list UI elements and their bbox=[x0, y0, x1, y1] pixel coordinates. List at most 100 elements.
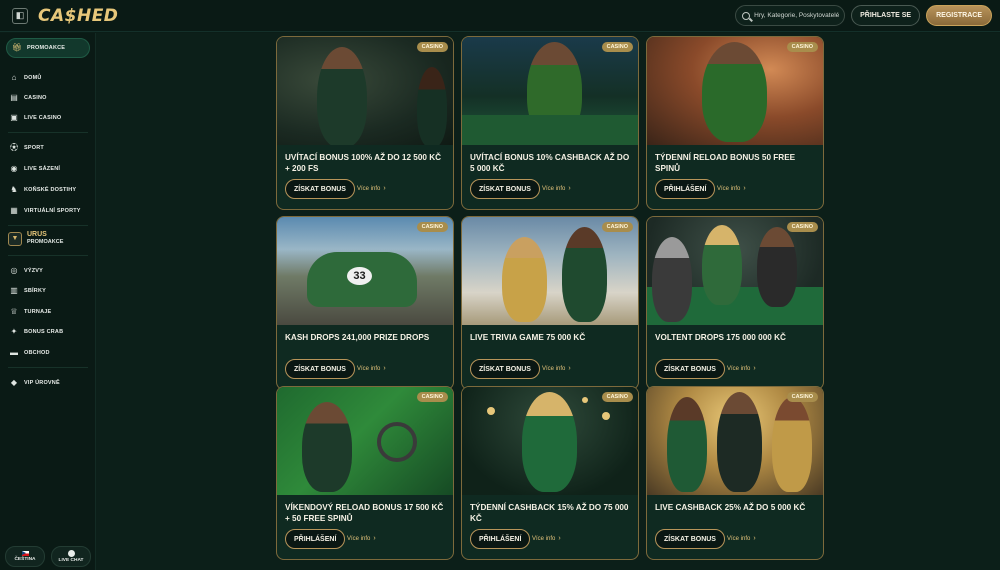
ball-icon: ⚽︎ bbox=[10, 143, 18, 152]
category-badge: CASINO bbox=[786, 42, 818, 52]
sidebar-item-label: KOŇSKÉ DOSTIHY bbox=[24, 187, 77, 193]
claim-bonus-button[interactable]: ZÍSKAT BONUS bbox=[655, 529, 725, 549]
sidebar-item-label: DOMŮ bbox=[24, 75, 42, 81]
login-button[interactable]: PŘIHLASTE SE bbox=[851, 5, 921, 26]
more-info-link[interactable]: Více info › bbox=[717, 185, 746, 192]
sidebar-item-home[interactable]: ⌂ DOMŮ bbox=[10, 71, 42, 85]
search-icon bbox=[742, 11, 751, 20]
more-info-link[interactable]: Více info › bbox=[357, 185, 386, 192]
promo-card[interactable]: CASINO LIVE TRIVIA GAME 75 000 KČ ZÍSKAT… bbox=[461, 216, 639, 390]
search-box[interactable] bbox=[735, 5, 846, 26]
claim-bonus-button[interactable]: ZÍSKAT BONUS bbox=[285, 359, 355, 379]
more-info-link[interactable]: Více info › bbox=[347, 535, 376, 542]
sidebar-item-label: LIVE CASINO bbox=[24, 115, 62, 121]
sidebar-item-label: CASINO bbox=[24, 95, 47, 101]
sidebar-item-challenges[interactable]: ◎ VÝZVY bbox=[10, 264, 43, 278]
sidebar-item-live-bet[interactable]: ◉ LIVE SÁZENÍ bbox=[10, 162, 60, 176]
language-button[interactable]: ČEŠTINA bbox=[5, 546, 45, 567]
sidebar-item-collections[interactable]: ▥ SBÍRKY bbox=[10, 284, 46, 298]
chevron-right-icon: › bbox=[753, 535, 756, 542]
diamond-icon: ◆ bbox=[10, 378, 18, 387]
horse-icon: ♞ bbox=[10, 185, 18, 194]
category-badge: CASINO bbox=[601, 222, 633, 232]
more-info-link[interactable]: Více info › bbox=[542, 365, 571, 372]
search-input[interactable] bbox=[754, 12, 845, 19]
sidebar-item-bonus-crab[interactable]: ✦ BONUS CRAB bbox=[10, 325, 63, 339]
urus-logo-icon: ▼ bbox=[8, 231, 22, 246]
sidebar-item-urus[interactable]: ▼ URUS PROMOAKCE bbox=[8, 231, 63, 246]
chevron-right-icon: › bbox=[743, 185, 746, 192]
promo-card[interactable]: CASINO UVÍTACÍ BONUS 10% CASHBACK AŽ DO … bbox=[461, 36, 639, 210]
sidebar-divider bbox=[8, 132, 88, 133]
sidebar-item-label: PROMOAKCE bbox=[27, 45, 66, 51]
promotions-grid: CASINO UVÍTACÍ BONUS 100% AŽ DO 12 500 K… bbox=[96, 33, 1000, 570]
more-info-link[interactable]: Více info › bbox=[532, 535, 561, 542]
cards-icon: ▤ bbox=[10, 93, 18, 102]
more-info-label: Více info bbox=[727, 535, 751, 542]
sidebar-item-label: SPORT bbox=[24, 145, 44, 151]
promo-card[interactable]: CASINO VÍKENDOVÝ RELOAD BONUS 17 500 KČ … bbox=[276, 386, 454, 560]
promo-image bbox=[277, 387, 453, 495]
promo-title: TÝDENNÍ RELOAD BONUS 50 FREE SPINŮ bbox=[655, 153, 796, 173]
sidebar-item-horse-racing[interactable]: ♞ KOŇSKÉ DOSTIHY bbox=[10, 183, 76, 197]
promo-card[interactable]: 33 CASINO KASH DROPS 241,000 PRIZE DROPS… bbox=[276, 216, 454, 390]
promo-title: VÍKENDOVÝ RELOAD BONUS 17 500 KČ + 50 FR… bbox=[285, 503, 444, 523]
more-info-label: Více info bbox=[347, 535, 371, 542]
claim-bonus-button[interactable]: ZÍSKAT BONUS bbox=[285, 179, 355, 199]
sidebar-item-sport[interactable]: ⚽︎ SPORT bbox=[10, 141, 44, 155]
promo-card[interactable]: CASINO TÝDENNÍ RELOAD BONUS 50 FREE SPIN… bbox=[646, 36, 824, 210]
language-label: ČEŠTINA bbox=[14, 557, 36, 562]
top-header: ◧ CA$HED PŘIHLASTE SE REGISTRACE bbox=[0, 0, 1000, 32]
promo-card[interactable]: CASINO UVÍTACÍ BONUS 100% AŽ DO 12 500 K… bbox=[276, 36, 454, 210]
promo-title: LIVE CASHBACK 25% AŽ DO 5 000 KČ bbox=[655, 503, 806, 512]
chevron-right-icon: › bbox=[383, 365, 386, 372]
sidebar-item-label: LIVE SÁZENÍ bbox=[24, 166, 61, 172]
sidebar-item-shop[interactable]: ▬ OBCHOD bbox=[10, 346, 50, 360]
header-actions: PŘIHLASTE SE REGISTRACE bbox=[735, 5, 992, 26]
more-info-link[interactable]: Více info › bbox=[727, 535, 756, 542]
sidebar-item-live-casino[interactable]: ▣ LIVE CASINO bbox=[10, 111, 61, 125]
sidebar-item-casino[interactable]: ▤ CASINO bbox=[10, 91, 47, 105]
promo-title: UVÍTACÍ BONUS 100% AŽ DO 12 500 KČ + 200… bbox=[285, 153, 442, 173]
promo-title: KASH DROPS 241,000 PRIZE DROPS bbox=[285, 333, 430, 342]
collection-icon: ▥ bbox=[10, 286, 18, 295]
more-info-label: Více info bbox=[717, 185, 741, 192]
promo-card[interactable]: CASINO LIVE CASHBACK 25% AŽ DO 5 000 KČ … bbox=[646, 386, 824, 560]
sidebar-toggle-icon[interactable]: ◧ bbox=[12, 7, 28, 24]
more-info-label: Více info bbox=[532, 535, 556, 542]
sidebar-item-promo[interactable]: 🎁︎ PROMOAKCE bbox=[6, 38, 90, 58]
urus-title: URUS bbox=[27, 231, 47, 238]
category-badge: CASINO bbox=[416, 42, 448, 52]
more-info-link[interactable]: Více info › bbox=[357, 365, 386, 372]
sidebar-item-tournaments[interactable]: ♕ TURNAJE bbox=[10, 305, 51, 319]
claim-bonus-button[interactable]: ZÍSKAT BONUS bbox=[470, 359, 540, 379]
promo-title: TÝDENNÍ CASHBACK 15% AŽ DO 75 000 KČ bbox=[470, 503, 629, 523]
promo-image bbox=[647, 217, 823, 325]
promo-image bbox=[277, 37, 453, 145]
promo-title: VOLTENT DROPS 175 000 000 KČ bbox=[655, 333, 786, 342]
more-info-link[interactable]: Více info › bbox=[542, 185, 571, 192]
promo-image bbox=[462, 217, 638, 325]
sidebar-item-vip[interactable]: ◆ VIP ÚROVNĚ bbox=[10, 376, 60, 390]
promo-card[interactable]: CASINO VOLTENT DROPS 175 000 000 KČ ZÍSK… bbox=[646, 216, 824, 390]
login-button[interactable]: PŘIHLÁŠENÍ bbox=[470, 529, 531, 549]
more-info-link[interactable]: Více info › bbox=[727, 365, 756, 372]
register-button[interactable]: REGISTRACE bbox=[926, 5, 992, 26]
sidebar-item-virtual-sports[interactable]: ▦ VIRTUÁLNÍ SPORTY bbox=[10, 204, 81, 218]
live-chat-button[interactable]: LIVE CHAT bbox=[51, 546, 91, 567]
czech-flag-icon bbox=[21, 551, 29, 556]
login-button[interactable]: PŘIHLÁŠENÍ bbox=[655, 179, 716, 199]
chevron-right-icon: › bbox=[568, 185, 571, 192]
site-logo[interactable]: CA$HED bbox=[38, 6, 118, 26]
promo-title: UVÍTACÍ BONUS 10% CASHBACK AŽ DO 5 000 K… bbox=[470, 153, 630, 173]
promo-card[interactable]: CASINO TÝDENNÍ CASHBACK 15% AŽ DO 75 000… bbox=[461, 386, 639, 560]
claim-bonus-button[interactable]: ZÍSKAT BONUS bbox=[470, 179, 540, 199]
login-button[interactable]: PŘIHLÁŠENÍ bbox=[285, 529, 346, 549]
category-badge: CASINO bbox=[601, 42, 633, 52]
claim-bonus-button[interactable]: ZÍSKAT BONUS bbox=[655, 359, 725, 379]
promo-image bbox=[462, 387, 638, 495]
chevron-right-icon: › bbox=[753, 365, 756, 372]
sidebar-divider bbox=[8, 367, 88, 368]
chat-icon bbox=[67, 550, 75, 557]
virtual-sports-icon: ▦ bbox=[10, 206, 18, 215]
